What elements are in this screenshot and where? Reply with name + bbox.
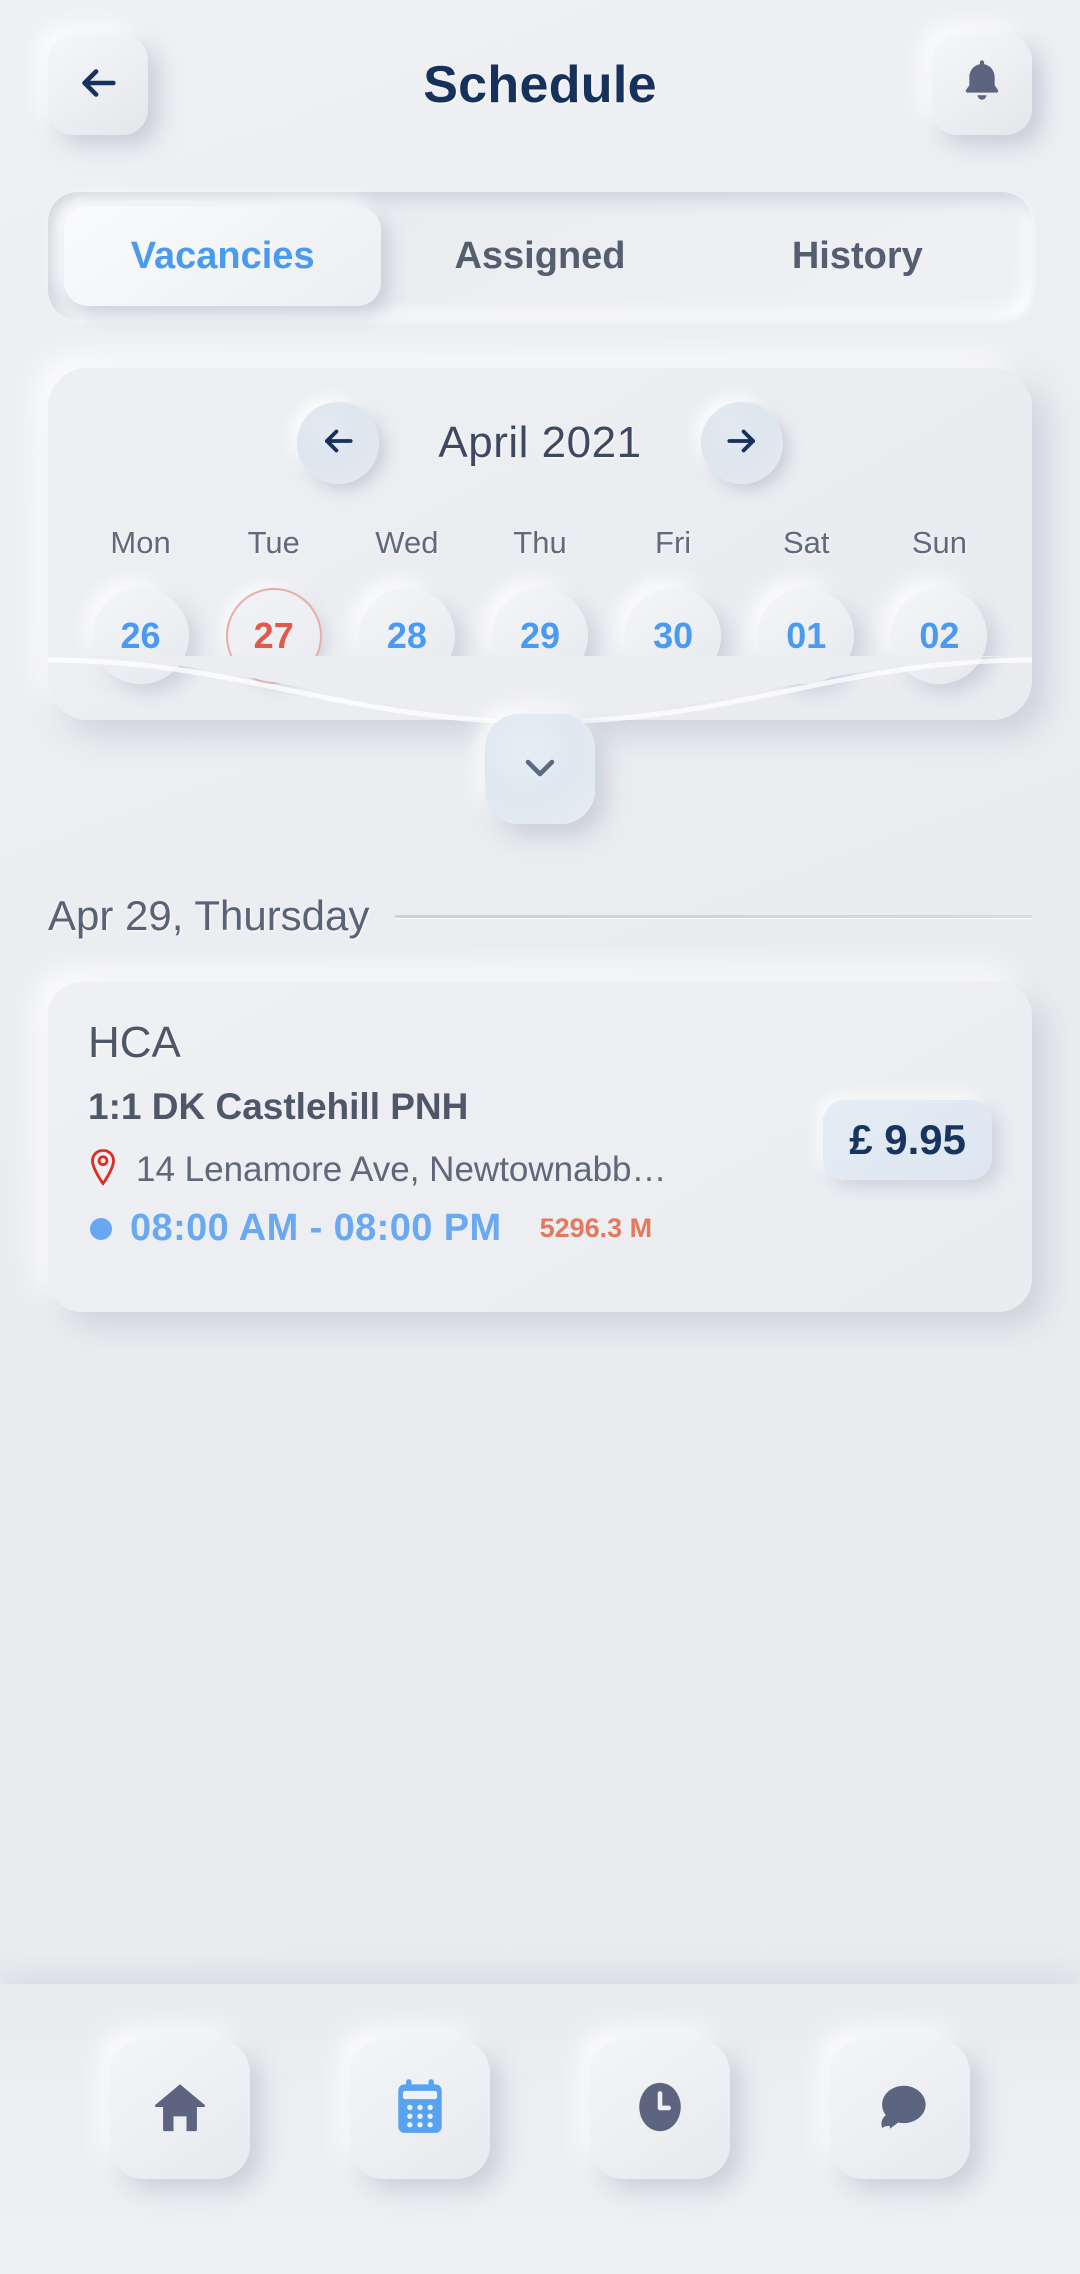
day-button-29[interactable]: 29 [491, 588, 588, 684]
calendar-card: April 2021 Mon Tue Wed Thu Fri Sat Sun 2 [47, 368, 1033, 824]
weekday-label: Sat [783, 525, 830, 560]
day-cell: 30 [607, 588, 740, 684]
nav-item-chat[interactable] [830, 2039, 970, 2179]
calendar-header: April 2021 [74, 402, 1006, 484]
calendar-month-label: April 2021 [438, 418, 642, 467]
day-button-28[interactable]: 28 [358, 588, 455, 684]
day-cell: 27 [207, 588, 340, 684]
divider-line [395, 914, 1032, 918]
arrow-left-icon [75, 60, 121, 111]
chevron-down-icon [516, 743, 564, 796]
weekday-label: Mon [110, 525, 171, 560]
clock-icon [631, 2078, 689, 2141]
day-button-02[interactable]: 02 [891, 588, 988, 684]
calendar-prev-button[interactable] [297, 402, 379, 484]
tab-history[interactable]: History [699, 206, 1016, 306]
page-title: Schedule [423, 56, 657, 114]
calendar-icon [392, 2077, 448, 2142]
day-button-30[interactable]: 30 [625, 588, 722, 684]
job-distance: 5296.3 M [539, 1213, 653, 1243]
weekday-label: Fri [655, 525, 692, 560]
arrow-right-icon [723, 422, 761, 465]
bell-icon [959, 58, 1005, 113]
day-cell: 02 [873, 588, 1006, 684]
day-button-01[interactable]: 01 [758, 588, 855, 684]
tab-vacancies[interactable]: Vacancies [64, 206, 382, 306]
job-address: 14 Lenamore Ave, Newtownabb… [136, 1149, 667, 1189]
nav-item-clock[interactable] [590, 2039, 730, 2179]
chat-bubble-icon [871, 2078, 929, 2141]
tab-assigned[interactable]: Assigned [381, 206, 698, 306]
weekday-header-row: Mon Tue Wed Thu Fri Sat Sun [74, 512, 1006, 574]
day-cell: 29 [473, 588, 606, 684]
job-price-badge: £ 9.95 [823, 1100, 992, 1180]
day-cell: 28 [340, 588, 473, 684]
day-cell: 01 [740, 588, 873, 684]
back-button[interactable] [48, 35, 148, 135]
weekday-label: Sun [911, 525, 967, 560]
date-section-label: Apr 29, Thursday [48, 892, 370, 939]
day-button-27[interactable]: 27 [225, 588, 322, 684]
job-card[interactable]: HCA 1:1 DK Castlehill PNH 14 Lenamore Av… [48, 982, 1032, 1312]
job-title: HCA [88, 1018, 181, 1067]
day-row: 26 27 28 29 30 01 02 [74, 588, 1006, 684]
nav-item-home[interactable] [110, 2039, 250, 2179]
job-time-range: 08:00 AM - 08:00 PM [130, 1207, 502, 1249]
bottom-navigation-bar [0, 1984, 1080, 2274]
day-cell: 26 [74, 588, 207, 684]
schedule-screen: Schedule Vacancies Assigned History Apri… [0, 0, 1080, 2274]
weekday-label: Wed [375, 525, 439, 560]
weekday-label: Tue [247, 525, 300, 560]
expand-calendar-button[interactable] [485, 714, 595, 824]
nav-item-calendar[interactable] [350, 2039, 490, 2179]
map-pin-icon [88, 1148, 118, 1191]
job-time-row: 08:00 AM - 08:00 PM 5296.3 M [88, 1207, 992, 1250]
notifications-button[interactable] [932, 35, 1032, 135]
header: Schedule [0, 0, 1080, 170]
tab-bar: Vacancies Assigned History [48, 192, 1032, 320]
arrow-left-icon [319, 422, 357, 465]
date-section-divider: Apr 29, Thursday [48, 892, 1032, 940]
home-icon [151, 2078, 209, 2141]
weekday-label: Thu [513, 525, 567, 560]
calendar-next-button[interactable] [701, 402, 783, 484]
day-button-26[interactable]: 26 [92, 588, 189, 684]
status-dot-icon [90, 1217, 112, 1240]
